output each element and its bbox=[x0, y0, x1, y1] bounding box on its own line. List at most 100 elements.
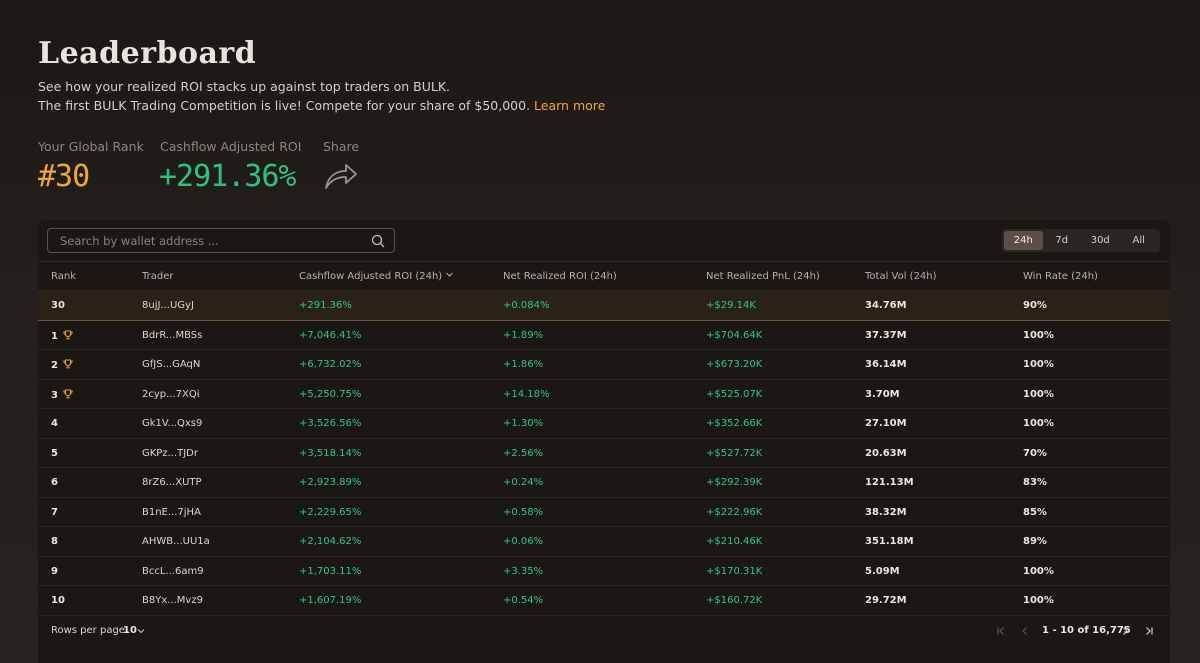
cell-net-roi: +0.24% bbox=[503, 477, 544, 488]
cell-cashflow-roi: +6,732.02% bbox=[299, 359, 362, 370]
leaderboard-panel: 24h 7d 30d All Rank Trader Cashflow Adju… bbox=[38, 220, 1170, 663]
table-row[interactable]: 4 Gk1V...Qxs9 +3,526.56% +1.30% +$352.66K 27.… bbox=[38, 409, 1170, 439]
col-rank[interactable]: Rank bbox=[51, 271, 76, 282]
cell-win-rate: 100% bbox=[1023, 359, 1054, 370]
rank-number: 5 bbox=[51, 447, 58, 459]
cell-total-vol: 27.10M bbox=[865, 418, 907, 429]
share-arrow-icon[interactable] bbox=[324, 161, 358, 191]
cell-win-rate: 89% bbox=[1023, 536, 1047, 547]
rank-number: 9 bbox=[51, 565, 58, 577]
col-net-pnl[interactable]: Net Realized PnL (24h) bbox=[706, 271, 820, 282]
cell-win-rate: 100% bbox=[1023, 418, 1054, 429]
subtitle-line-1: See how your realized ROI stacks up agai… bbox=[38, 79, 450, 94]
page-title: Leaderboard bbox=[38, 36, 257, 71]
roi-label: Cashflow Adjusted ROI bbox=[160, 139, 302, 154]
my-table-row[interactable]: 30 8ujJ...UGyJ +291.36% +0.084% +$29.14K… bbox=[38, 291, 1170, 321]
cell-cashflow-roi: +1,703.11% bbox=[299, 565, 362, 577]
rows-per-page-select[interactable]: 10 bbox=[123, 625, 137, 636]
cell-cashflow-roi: +1,607.19% bbox=[299, 595, 362, 606]
search-input[interactable] bbox=[60, 229, 360, 252]
subtitle-line-2: The first BULK Trading Competition is li… bbox=[38, 96, 605, 115]
cell-cashflow-roi: +5,250.75% bbox=[299, 388, 362, 400]
cell-rank: 7 bbox=[51, 507, 58, 518]
table-row[interactable]: 9 BccL...6am9 +1,703.11% +3.35% +$170.31K 5.0… bbox=[38, 557, 1170, 586]
cell-net-pnl: +$527.72K bbox=[706, 447, 763, 459]
cell-cashflow-roi: +291.36% bbox=[299, 300, 352, 311]
period-selector: 24h 7d 30d All bbox=[1002, 229, 1160, 252]
table-row[interactable]: 8 AHWB...UU1a +2,104.62% +0.06% +$210.46K 351… bbox=[38, 527, 1170, 557]
cell-trader: B1nE...7jHA bbox=[142, 506, 201, 518]
cell-win-rate: 70% bbox=[1023, 447, 1047, 459]
cell-trader: Gk1V...Qxs9 bbox=[142, 418, 203, 429]
col-total-vol[interactable]: Total Vol (24h) bbox=[865, 271, 937, 282]
cell-net-roi: +1.89% bbox=[503, 329, 544, 341]
cell-trader: 2cyp...7XQi bbox=[142, 388, 200, 400]
period-24h[interactable]: 24h bbox=[1004, 231, 1043, 250]
learn-more-link[interactable]: Learn more bbox=[534, 98, 605, 113]
table-row[interactable]: 5 GKPz...TJDr +3,518.14% +2.56% +$527.72K 20.… bbox=[38, 439, 1170, 468]
cell-win-rate: 100% bbox=[1023, 595, 1054, 606]
col-trader[interactable]: Trader bbox=[142, 271, 174, 282]
sort-chevron-down-icon[interactable] bbox=[446, 271, 454, 278]
first-page-icon[interactable] bbox=[995, 625, 1007, 637]
table-footer: Rows per page 10 1 - 10 of 16,775 bbox=[38, 621, 1170, 641]
cell-cashflow-roi: +2,229.65% bbox=[299, 506, 362, 518]
pagination-range: 1 - 10 of 16,775 bbox=[1042, 625, 1131, 636]
table-row[interactable]: 3 2cyp...7XQi +5,250.75% +14.18% +$525.07K 3.… bbox=[38, 380, 1170, 409]
cell-net-roi: +0.58% bbox=[503, 506, 544, 518]
cell-rank: 2 bbox=[51, 359, 73, 371]
cell-total-vol: 3.70M bbox=[865, 388, 900, 400]
table-row[interactable]: 1 BdrR...MBSs +7,046.41% +1.89% +$704.64K 37.… bbox=[38, 321, 1170, 350]
cell-total-vol: 34.76M bbox=[865, 300, 907, 311]
cell-cashflow-roi: +3,526.56% bbox=[299, 418, 362, 429]
cell-total-vol: 36.14M bbox=[865, 359, 907, 370]
cell-total-vol: 5.09M bbox=[865, 565, 900, 577]
rank-number: 7 bbox=[51, 506, 58, 518]
rank-number: 1 bbox=[51, 330, 58, 342]
cell-total-vol: 351.18M bbox=[865, 536, 914, 547]
cell-net-roi: +14.18% bbox=[503, 388, 550, 400]
cell-net-roi: +1.30% bbox=[503, 418, 544, 429]
cell-trader: GfJS...GAqN bbox=[142, 359, 201, 370]
rank-number: 6 bbox=[51, 477, 58, 488]
cell-net-pnl: +$292.39K bbox=[706, 477, 763, 488]
page-subtitle: See how your realized ROI stacks up agai… bbox=[38, 77, 605, 115]
col-cashflow-roi[interactable]: Cashflow Adjusted ROI (24h) bbox=[299, 271, 454, 282]
cell-rank: 30 bbox=[51, 300, 65, 311]
user-stats: Your Global Rank #30 Cashflow Adjusted R… bbox=[38, 139, 438, 194]
global-rank-value: #30 bbox=[38, 159, 90, 194]
cell-trader: GKPz...TJDr bbox=[142, 447, 198, 459]
period-7d[interactable]: 7d bbox=[1043, 231, 1082, 250]
period-all[interactable]: All bbox=[1120, 231, 1159, 250]
cell-net-pnl: +$222.96K bbox=[706, 506, 763, 518]
rows-per-page-label: Rows per page bbox=[51, 625, 125, 636]
col-net-roi[interactable]: Net Realized ROI (24h) bbox=[503, 271, 617, 282]
chevron-down-icon[interactable] bbox=[137, 627, 145, 635]
cell-net-pnl: +$160.72K bbox=[706, 595, 763, 606]
period-30d[interactable]: 30d bbox=[1081, 231, 1120, 250]
table-row[interactable]: 6 8rZ6...XUTP +2,923.89% +0.24% +$292.39K 121… bbox=[38, 468, 1170, 498]
cell-cashflow-roi: +3,518.14% bbox=[299, 447, 362, 459]
cell-net-pnl: +$352.66K bbox=[706, 418, 763, 429]
cell-net-roi: +2.56% bbox=[503, 447, 544, 459]
rank-number: 2 bbox=[51, 360, 58, 371]
table-row[interactable]: 2 GfJS...GAqN +6,732.02% +1.86% +$673.20K 36.… bbox=[38, 350, 1170, 380]
cell-win-rate: 100% bbox=[1023, 329, 1054, 341]
next-page-icon[interactable] bbox=[1119, 625, 1131, 637]
cell-net-roi: +3.35% bbox=[503, 565, 544, 577]
cell-trader: B8Yx...Mvz9 bbox=[142, 595, 203, 606]
search-icon[interactable] bbox=[371, 234, 385, 248]
previous-page-icon[interactable] bbox=[1019, 625, 1031, 637]
table-body: 30 8ujJ...UGyJ +291.36% +0.084% +$29.14K… bbox=[38, 291, 1170, 616]
cell-win-rate: 100% bbox=[1023, 565, 1054, 577]
table-row[interactable]: 10 B8Yx...Mvz9 +1,607.19% +0.54% +$160.72K 29… bbox=[38, 586, 1170, 616]
col-win-rate[interactable]: Win Rate (24h) bbox=[1023, 271, 1098, 282]
cell-win-rate: 90% bbox=[1023, 300, 1047, 311]
cell-net-pnl: +$673.20K bbox=[706, 359, 763, 370]
last-page-icon[interactable] bbox=[1143, 625, 1155, 637]
cell-net-pnl: +$170.31K bbox=[706, 565, 763, 577]
cell-total-vol: 29.72M bbox=[865, 595, 907, 606]
trophy-icon bbox=[63, 389, 73, 398]
cell-net-roi: +0.06% bbox=[503, 536, 544, 547]
table-row[interactable]: 7 B1nE...7jHA +2,229.65% +0.58% +$222.96K 38.… bbox=[38, 498, 1170, 527]
